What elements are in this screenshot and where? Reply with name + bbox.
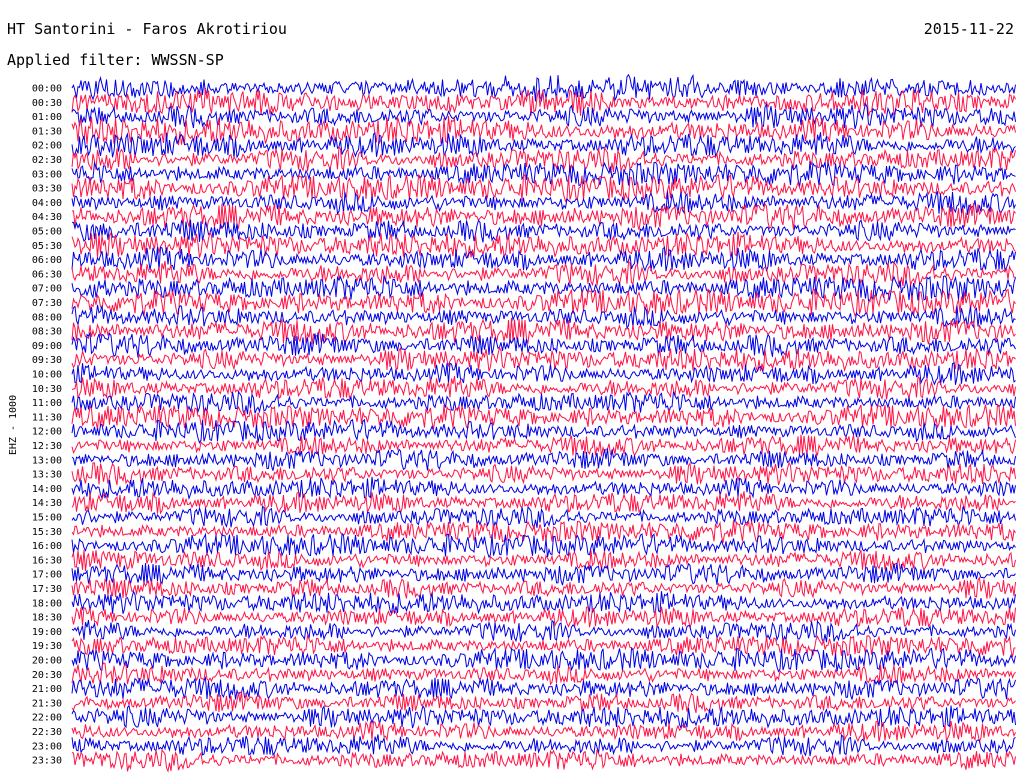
tick-label: 01:30 [32,126,62,137]
tick-label: 09:30 [32,355,62,366]
tick-label: 06:00 [32,255,62,266]
trace-2130 [71,691,1016,714]
tick-label: 04:00 [32,198,62,209]
tick-label: 13:00 [32,455,62,466]
trace-0030 [71,88,1016,117]
tick-label: 10:00 [32,370,62,381]
tick-label: 05:00 [32,227,62,238]
trace-1100 [71,390,1016,417]
trace-2100 [71,675,1016,700]
trace-0430 [71,202,1016,231]
trace-1330 [71,461,1016,486]
tick-label: 05:30 [32,241,62,252]
tick-label: 03:30 [32,184,62,195]
tick-label: 23:30 [32,756,62,767]
trace-0900 [71,331,1016,358]
tick-label: 21:30 [32,698,62,709]
trace-0400 [71,191,1016,216]
trace-2330 [71,749,1016,773]
tick-label: 11:30 [32,412,62,423]
tick-label: 21:00 [32,684,62,695]
tick-label: 01:00 [32,112,62,123]
tick-label: 09:00 [32,341,62,352]
tick-label-group: 00:00 00:30 01:00 01:30 02:00 02:30 03:00 03:30… [32,84,62,767]
trace-2000 [71,646,1016,673]
tick-label: 07:30 [32,298,62,309]
tick-label: 15:30 [32,527,62,538]
helicorder-plot: 00:00 00:30 01:00 01:30 02:00 02:30 03:00 03:30… [8,73,1016,773]
tick-label: 18:30 [32,613,62,624]
trace-1200 [71,418,1016,444]
trace-1630 [71,549,1016,572]
trace-2200 [71,704,1016,731]
tick-label: 06:30 [32,269,62,280]
tick-label: 10:30 [32,384,62,395]
tick-label: 14:30 [32,498,62,509]
tick-label: 12:00 [32,427,62,438]
tick-label: 03:00 [32,169,62,180]
tick-label: 08:00 [32,312,62,323]
tick-label: 02:00 [32,141,62,152]
trace-0130 [71,115,1016,146]
tick-label: 15:00 [32,513,62,524]
trace-group [71,73,1016,773]
trace-0100 [71,102,1016,130]
tick-label: 18:00 [32,598,62,609]
trace-0600 [71,246,1016,272]
tick-label: 04:30 [32,212,62,223]
tick-label: 00:00 [32,84,62,95]
tick-label: 07:00 [32,284,62,295]
tick-label: 14:00 [32,484,62,495]
tick-label: 16:30 [32,555,62,566]
tick-label: 00:30 [32,98,62,109]
tick-label: 11:00 [32,398,62,409]
tick-label: 02:30 [32,155,62,166]
trace-0930 [71,346,1016,373]
channel-label: EHZ - 1000 [8,395,19,455]
tick-label: 22:30 [32,727,62,738]
trace-1230 [71,434,1016,457]
trace-1800 [71,590,1016,616]
tick-label: 22:00 [32,713,62,724]
trace-1430 [71,491,1016,515]
trace-1900 [71,619,1016,645]
tick-label: 19:30 [32,641,62,652]
trace-1300 [71,448,1016,471]
tick-label: 16:00 [32,541,62,552]
trace-0830 [71,317,1016,345]
tick-label: 23:00 [32,741,62,752]
trace-1000 [71,361,1016,386]
trace-2300 [71,733,1016,757]
tick-label: 19:00 [32,627,62,638]
tick-label: 13:30 [32,470,62,481]
tick-label: 17:30 [32,584,62,595]
trace-2230 [71,720,1016,744]
trace-1400 [71,476,1016,501]
trace-1030 [71,375,1016,400]
tick-label: 20:00 [32,656,62,667]
trace-1500 [71,505,1016,530]
tick-label: 17:00 [32,570,62,581]
tick-label: 08:30 [32,327,62,338]
tick-label: 20:30 [32,670,62,681]
tick-label: 12:30 [32,441,62,452]
